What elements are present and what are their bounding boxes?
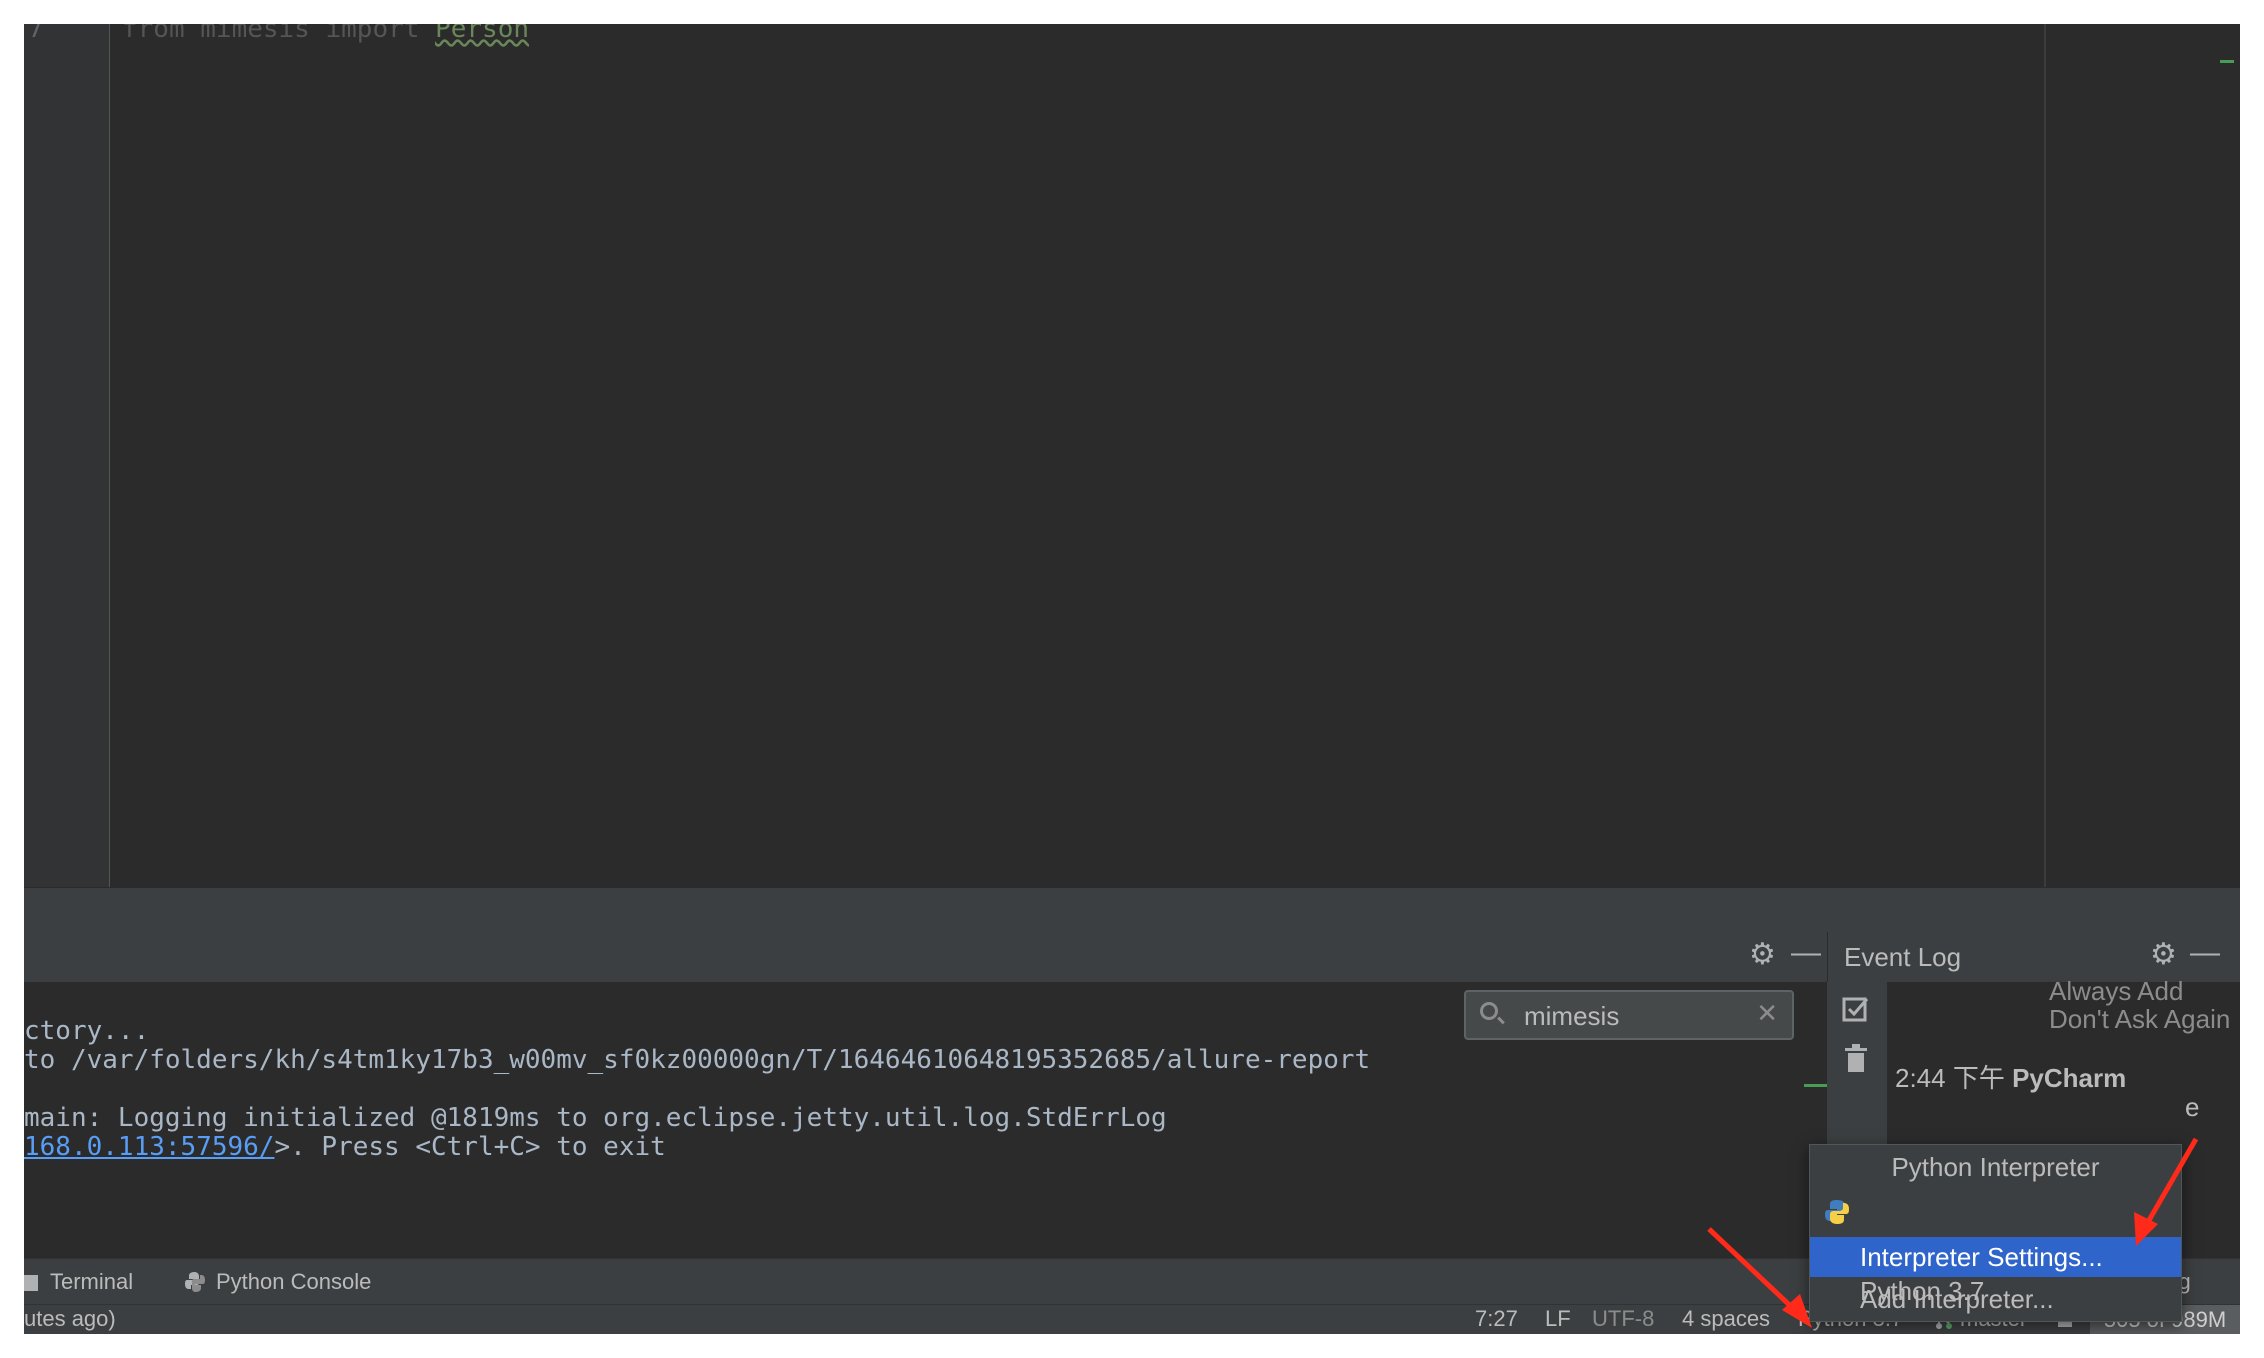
event-entry: 2:44 下午 PyCharm: [1895, 1058, 2126, 1095]
event-text-partial: e: [2185, 1092, 2200, 1122]
add-interpreter-item[interactable]: Add Interpreter...: [1810, 1279, 2181, 1319]
search-icon: [1480, 1002, 1498, 1020]
tab-terminal[interactable]: Terminal: [24, 1269, 133, 1295]
scroll-marker: [2220, 60, 2234, 63]
python-console-icon: [185, 1272, 205, 1292]
output-line: to /var/folders/kh/s4tm1ky17b3_w00mv_sf0…: [24, 1045, 1371, 1075]
tab-python-console-label: Python Console: [216, 1269, 372, 1294]
code-line: from mimesis import Person: [122, 24, 529, 44]
event-time: 2:44 下午: [1895, 1063, 2005, 1093]
dont-ask-again-link[interactable]: Don't Ask Again: [2049, 1004, 2230, 1035]
code-text: from mimesis import: [122, 24, 436, 44]
search-input[interactable]: [1522, 998, 1746, 1034]
file-encoding[interactable]: UTF-8: [1592, 1306, 1654, 1332]
caret-position[interactable]: 7:27: [1475, 1306, 1518, 1332]
interpreter-settings-label: Interpreter Settings...: [1860, 1242, 2103, 1272]
code-symbol-person[interactable]: Person: [435, 24, 529, 44]
trash-icon[interactable]: [1843, 1044, 1869, 1074]
line-separator[interactable]: LF: [1545, 1306, 1571, 1332]
tab-terminal-label: Terminal: [50, 1269, 134, 1294]
minimize-icon[interactable]: —: [2190, 938, 2220, 968]
server-url-link[interactable]: 168.0.113:57596/: [24, 1132, 274, 1162]
event-source: PyCharm: [2012, 1063, 2127, 1093]
tab-python-console[interactable]: Python Console: [184, 1269, 371, 1295]
event-log-title: Event Log: [1844, 942, 1962, 972]
output-line: main: Logging initialized @1819ms to org…: [24, 1103, 1167, 1133]
line-number: 7: [28, 24, 44, 44]
right-margin-guide: [2044, 24, 2046, 887]
editor-gutter: 7: [24, 24, 110, 887]
pycharm-window: 7 from mimesis import Person ⚙ — ctory..…: [24, 24, 2240, 1334]
minimize-icon[interactable]: —: [1791, 938, 1821, 968]
output-line: ctory...: [24, 1016, 150, 1046]
add-interpreter-label: Add Interpreter...: [1860, 1284, 2054, 1314]
code-editor[interactable]: from mimesis import Person: [110, 24, 2240, 887]
panel-divider: [24, 887, 2240, 933]
always-add-link[interactable]: Always Add: [2049, 976, 2183, 1007]
terminal-icon: [24, 1275, 38, 1291]
annotation-arrow-popup: [2134, 1137, 2199, 1246]
gear-icon[interactable]: ⚙: [2150, 940, 2177, 970]
output-text: >. Press <Ctrl+C> to exit: [274, 1132, 666, 1162]
search-field[interactable]: ✕: [1464, 990, 1794, 1040]
mark-read-icon[interactable]: [1841, 994, 1871, 1024]
output-change-marker: [1804, 1084, 1827, 1087]
annotation-arrow-status: [1707, 1227, 1812, 1328]
gear-icon[interactable]: ⚙: [1749, 940, 1776, 970]
python-icon: [1825, 1200, 1849, 1224]
output-line: 168.0.113:57596/>. Press <Ctrl+C> to exi…: [24, 1132, 666, 1162]
status-message[interactable]: utes ago): [24, 1306, 116, 1332]
clear-icon[interactable]: ✕: [1756, 998, 1778, 1029]
run-panel-header: ⚙ —: [24, 932, 1827, 983]
